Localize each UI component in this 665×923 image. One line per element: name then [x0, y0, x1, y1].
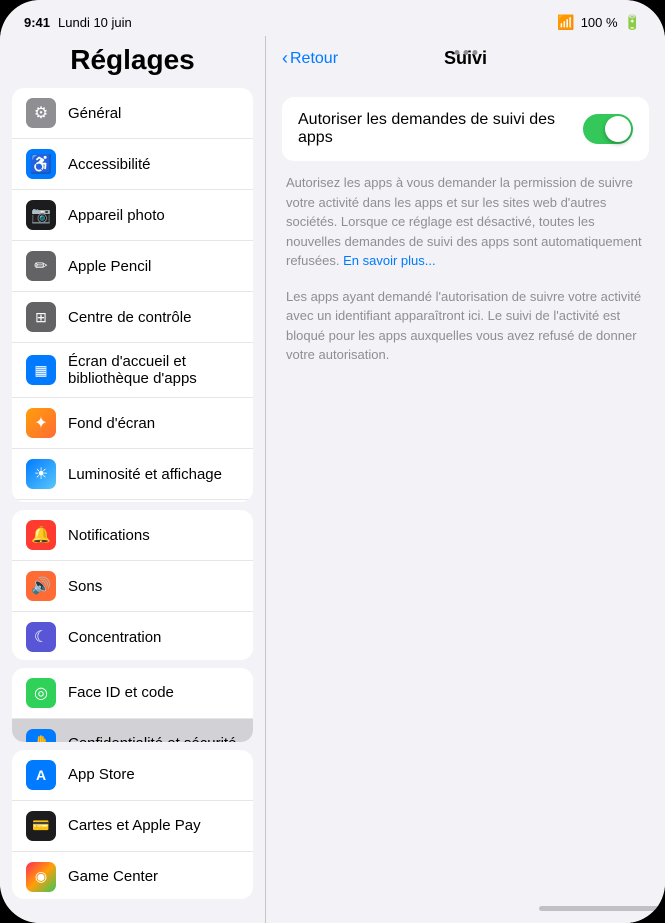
general-icon: ⚙: [26, 98, 56, 128]
sons-icon: 🔊: [26, 571, 56, 601]
sons-label: Sons: [68, 578, 239, 595]
accessibility-label: Accessibilité: [68, 156, 239, 173]
sidebar-item-faceid[interactable]: ◎ Face ID et code: [12, 668, 253, 719]
wifi-icon: 📶: [557, 14, 574, 31]
camera-icon: 📷: [26, 200, 56, 230]
pencil-label: Apple Pencil: [68, 258, 239, 275]
privacy-icon: 🤚: [26, 729, 56, 742]
wallpaper-label: Fond d'écran: [68, 415, 239, 432]
sidebar-item-privacy[interactable]: 🤚 Confidentialité et sécurité: [12, 719, 253, 742]
right-panel: ‹ Retour Suivi Autoriser les demandes de…: [266, 36, 665, 923]
toggle-knob: [605, 116, 631, 142]
notifications-icon: 🔔: [26, 520, 56, 550]
status-right: 📶 100 % 🔋: [557, 14, 641, 31]
sidebar-section-4: A App Store 💳 Cartes et Apple Pay ◉ Game…: [12, 750, 253, 899]
sidebar-section-2: 🔔 Notifications 🔊 Sons ☾ Concentration ⏱…: [12, 510, 253, 659]
description-text-1: Autorisez les apps à vous demander la pe…: [282, 173, 649, 271]
sidebar-item-general[interactable]: ⚙ Général: [12, 88, 253, 139]
accessibility-icon: ♿: [26, 149, 56, 179]
sidebar-section-3: ◎ Face ID et code 🤚 Confidentialité et s…: [12, 668, 253, 742]
back-label: Retour: [290, 50, 338, 68]
sidebar-item-homescreen[interactable]: ▦ Écran d'accueil et bibliothèque d'apps: [12, 343, 253, 398]
faceid-label: Face ID et code: [68, 684, 239, 701]
wallet-icon: 💳: [26, 811, 56, 841]
gamecenter-label: Game Center: [68, 868, 239, 885]
dot-3: [472, 50, 477, 55]
battery-text: 100 %: [581, 15, 618, 30]
sidebar-item-gamecenter[interactable]: ◉ Game Center: [12, 852, 253, 899]
dot-1: [454, 50, 459, 55]
sidebar-item-display[interactable]: ☀ Luminosité et affichage: [12, 449, 253, 500]
sidebar-item-notifications[interactable]: 🔔 Notifications: [12, 510, 253, 561]
privacy-label: Confidentialité et sécurité: [68, 735, 239, 742]
sidebar-item-sons[interactable]: 🔊 Sons: [12, 561, 253, 612]
appstore-label: App Store: [68, 766, 239, 783]
status-date: Lundi 10 juin: [58, 15, 132, 30]
sidebar: Réglages ⚙ Général ♿ Accessibilité 📷 App…: [0, 36, 265, 923]
sidebar-item-control[interactable]: ⊞ Centre de contrôle: [12, 292, 253, 343]
home-bar: [539, 906, 659, 911]
home-indicator: [266, 898, 665, 923]
sidebar-item-wallet[interactable]: 💳 Cartes et Apple Pay: [12, 801, 253, 852]
description-text-2: Les apps ayant demandé l'autorisation de…: [282, 287, 649, 365]
main-content: Réglages ⚙ Général ♿ Accessibilité 📷 App…: [0, 36, 665, 923]
pencil-icon: ✏: [26, 251, 56, 281]
general-label: Général: [68, 105, 239, 122]
homescreen-label: Écran d'accueil et bibliothèque d'apps: [68, 353, 239, 387]
control-icon: ⊞: [26, 302, 56, 332]
camera-label: Appareil photo: [68, 207, 239, 224]
faceid-icon: ◎: [26, 678, 56, 708]
sidebar-section-1: ⚙ Général ♿ Accessibilité 📷 Appareil pho…: [12, 88, 253, 502]
notifications-label: Notifications: [68, 527, 239, 544]
dot-2: [463, 50, 468, 55]
sidebar-item-wallpaper[interactable]: ✦ Fond d'écran: [12, 398, 253, 449]
sidebar-item-accessibility[interactable]: ♿ Accessibilité: [12, 139, 253, 190]
learn-more-link[interactable]: En savoir plus...: [343, 253, 436, 268]
display-icon: ☀: [26, 459, 56, 489]
appstore-icon: A: [26, 760, 56, 790]
wallet-label: Cartes et Apple Pay: [68, 817, 239, 834]
gamecenter-icon: ◉: [26, 862, 56, 892]
right-content: Autoriser les demandes de suivi des apps…: [266, 81, 665, 898]
display-label: Luminosité et affichage: [68, 466, 239, 483]
status-time: 9:41: [24, 15, 50, 30]
back-chevron-icon: ‹: [282, 48, 288, 69]
dots-indicator: [454, 50, 477, 55]
sidebar-item-multitask[interactable]: ▣ Multitâche et gestes: [12, 500, 253, 502]
screen: 9:41 Lundi 10 juin 📶 100 % 🔋 Réglages ⚙ …: [0, 0, 665, 923]
concentration-icon: ☾: [26, 622, 56, 652]
control-label: Centre de contrôle: [68, 309, 239, 326]
toggle-switch[interactable]: [583, 114, 633, 144]
sidebar-title: Réglages: [0, 36, 265, 88]
back-button[interactable]: ‹ Retour: [282, 48, 338, 69]
sidebar-item-appstore[interactable]: A App Store: [12, 750, 253, 801]
battery-icon: 🔋: [624, 14, 641, 31]
right-header: ‹ Retour Suivi: [266, 36, 665, 81]
toggle-section: Autoriser les demandes de suivi des apps: [282, 97, 649, 161]
wallpaper-icon: ✦: [26, 408, 56, 438]
sidebar-item-concentration[interactable]: ☾ Concentration: [12, 612, 253, 659]
toggle-label: Autoriser les demandes de suivi des apps: [298, 111, 583, 147]
concentration-label: Concentration: [68, 629, 239, 646]
homescreen-icon: ▦: [26, 355, 56, 385]
status-bar: 9:41 Lundi 10 juin 📶 100 % 🔋: [0, 0, 665, 36]
sidebar-item-pencil[interactable]: ✏ Apple Pencil: [12, 241, 253, 292]
sidebar-item-camera[interactable]: 📷 Appareil photo: [12, 190, 253, 241]
